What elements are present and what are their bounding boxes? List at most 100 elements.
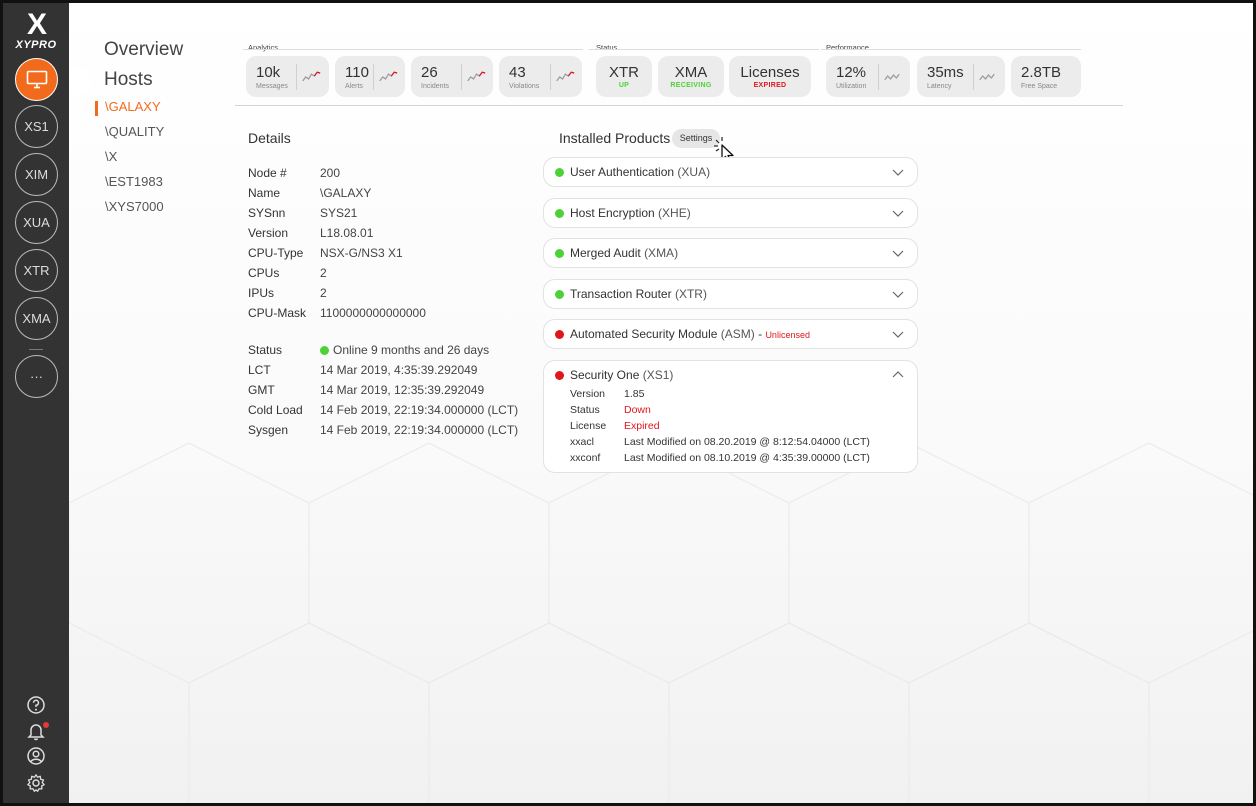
status-dot — [555, 371, 564, 380]
status-state: UP — [618, 82, 630, 89]
detail-value: 1100000000000000 — [320, 306, 426, 320]
metric-value: 10k — [256, 64, 281, 81]
chevron-up-icon[interactable] — [891, 369, 905, 381]
chevron-down-icon[interactable] — [891, 288, 905, 300]
product-name: Automated Security Module (ASM) - Unlice… — [570, 327, 810, 341]
nav-hosts[interactable]: Hosts — [104, 69, 234, 99]
detail-key: LCT — [248, 363, 271, 377]
metric-card-alerts[interactable]: 110 Alerts — [335, 56, 405, 97]
analytics-label: Analytics — [248, 43, 279, 52]
chevron-down-icon[interactable] — [891, 166, 905, 178]
header-divider — [235, 105, 1123, 106]
chevron-down-icon[interactable] — [891, 247, 905, 259]
detail-row: SYSnn SYS21 — [248, 206, 568, 222]
metric-value: 35ms — [927, 64, 964, 81]
detail-value: NSX-G/NS3 X1 — [320, 246, 403, 260]
detail-row: Node # 200 — [248, 166, 568, 182]
detail-row: LCT 14 Mar 2019, 4:35:39.292049 — [248, 363, 568, 379]
monitor-icon — [26, 70, 47, 88]
chevron-down-icon[interactable] — [891, 328, 905, 340]
detail-row-status: Status Online 9 months and 26 days — [248, 343, 568, 359]
metric-label: Incidents — [421, 83, 450, 90]
sidebar-item-xs1[interactable]: XS1 — [15, 105, 58, 148]
status-dot — [555, 290, 564, 299]
metric-label: Free Space — [1021, 83, 1058, 90]
metric-label: Messages — [256, 83, 288, 90]
gear-icon[interactable] — [26, 773, 46, 793]
status-label: Status — [596, 43, 618, 52]
status-state: RECEIVING — [670, 82, 712, 89]
logo-text: XYPRO — [15, 39, 57, 51]
detail-row: Name \GALAXY — [248, 186, 568, 202]
metric-card-latency[interactable]: 35ms Latency — [917, 56, 1005, 97]
status-card-xtr[interactable]: XTR UP — [596, 56, 652, 97]
product-row-xma[interactable]: Merged Audit (XMA) — [543, 238, 918, 268]
metric-card-incidents[interactable]: 26 Incidents — [411, 56, 493, 97]
product-name: Host Encryption (XHE) — [570, 206, 691, 220]
help-icon[interactable] — [26, 695, 46, 715]
metric-value: 43 — [509, 64, 526, 81]
sidebar-item-monitor[interactable] — [15, 58, 58, 101]
sidebar-item-xim[interactable]: XIM — [15, 153, 58, 196]
host-navigation: Overview Hosts \GALAXY \QUALITY \X \EST1… — [104, 39, 234, 224]
detail-value: L18.08.01 — [320, 226, 374, 240]
sidebar-item-xma[interactable]: XMA — [15, 297, 58, 340]
detail-row: Cold Load 14 Feb 2019, 22:19:34.000000 (L… — [248, 403, 568, 419]
host-item-quality[interactable]: \QUALITY — [104, 124, 234, 149]
host-item-xys7000[interactable]: \XYS7000 — [104, 199, 234, 224]
product-row-asm[interactable]: Automated Security Module (ASM) - Unlice… — [543, 319, 918, 349]
host-item-x[interactable]: \X — [104, 149, 234, 174]
product-row-xtr[interactable]: Transaction Router (XTR) — [543, 279, 918, 309]
detail-key: Node # — [248, 166, 287, 180]
product-row-xs1-expanded[interactable]: Security One (XS1) Version 1.85 Status Dow… — [543, 360, 918, 473]
performance-label: Performance — [826, 43, 869, 52]
online-status-text: Online 9 months and 26 days — [333, 343, 490, 357]
status-divider — [589, 49, 819, 50]
status-state: EXPIRED — [753, 82, 787, 89]
sidebar-item-xtr[interactable]: XTR — [15, 249, 58, 292]
detail-value: 14 Mar 2019, 4:35:39.292049 — [320, 363, 478, 377]
status-card-xma[interactable]: XMA RECEIVING — [658, 56, 724, 97]
nav-overview[interactable]: Overview — [104, 39, 234, 69]
user-icon[interactable] — [26, 746, 46, 766]
sidebar: X XYPRO XS1 XIM XUA XTR XMA ··· — [3, 3, 69, 803]
product-name: Merged Audit (XMA) — [570, 246, 679, 260]
detail-key: IPUs — [248, 286, 275, 300]
product-name: User Authentication (XUA) — [570, 165, 711, 179]
detail-row: Sysgen 14 Feb 2019, 22:19:34.000000 (LCT) — [248, 423, 568, 439]
metric-card-messages[interactable]: 10k Messages — [246, 56, 329, 97]
trend-sparkline-icon — [373, 64, 398, 90]
logo-mark: X — [26, 8, 47, 41]
product-name: Transaction Router (XTR) — [570, 287, 707, 301]
online-status-dot — [320, 346, 329, 355]
detail-value: SYS21 — [320, 206, 358, 220]
analytics-divider — [243, 49, 583, 50]
trend-sparkline-icon — [296, 64, 321, 90]
detail-key: CPU-Type — [248, 246, 304, 260]
metric-label: Utilization — [836, 83, 867, 90]
detail-key: Version — [248, 226, 289, 240]
sidebar-item-more[interactable]: ··· — [15, 355, 58, 398]
host-item-est1983[interactable]: \EST1983 — [104, 174, 234, 199]
detail-value: 14 Feb 2019, 22:19:34.000000 (LCT) — [320, 403, 519, 417]
metric-card-free-space[interactable]: 2.8TB Free Space — [1011, 56, 1081, 97]
metric-card-violations[interactable]: 43 Violations — [499, 56, 582, 97]
detail-value: 200 — [320, 166, 341, 180]
detail-row: GMT 14 Mar 2019, 12:35:39.292049 — [248, 383, 568, 399]
host-item-galaxy[interactable]: \GALAXY — [104, 99, 234, 124]
detail-value: 2 — [320, 266, 327, 280]
detail-key: Cold Load — [248, 403, 303, 417]
product-row-xhe[interactable]: Host Encryption (XHE) — [543, 198, 918, 228]
chevron-down-icon[interactable] — [891, 207, 905, 219]
main-panel: Overview Hosts \GALAXY \QUALITY \X \EST1… — [69, 3, 1253, 803]
xypro-logo[interactable]: X XYPRO — [11, 8, 61, 53]
status-dot — [555, 168, 564, 177]
unlicensed-badge: Unlicensed — [765, 330, 810, 340]
active-tab-notch — [69, 67, 91, 95]
metric-card-utilization[interactable]: 12% Utilization — [826, 56, 910, 97]
detail-row: Version L18.08.01 — [248, 226, 568, 242]
status-card-licenses[interactable]: Licenses EXPIRED — [729, 56, 811, 97]
background-pattern — [69, 443, 1253, 803]
product-row-xua[interactable]: User Authentication (XUA) — [543, 157, 918, 187]
sidebar-item-xua[interactable]: XUA — [15, 201, 58, 244]
